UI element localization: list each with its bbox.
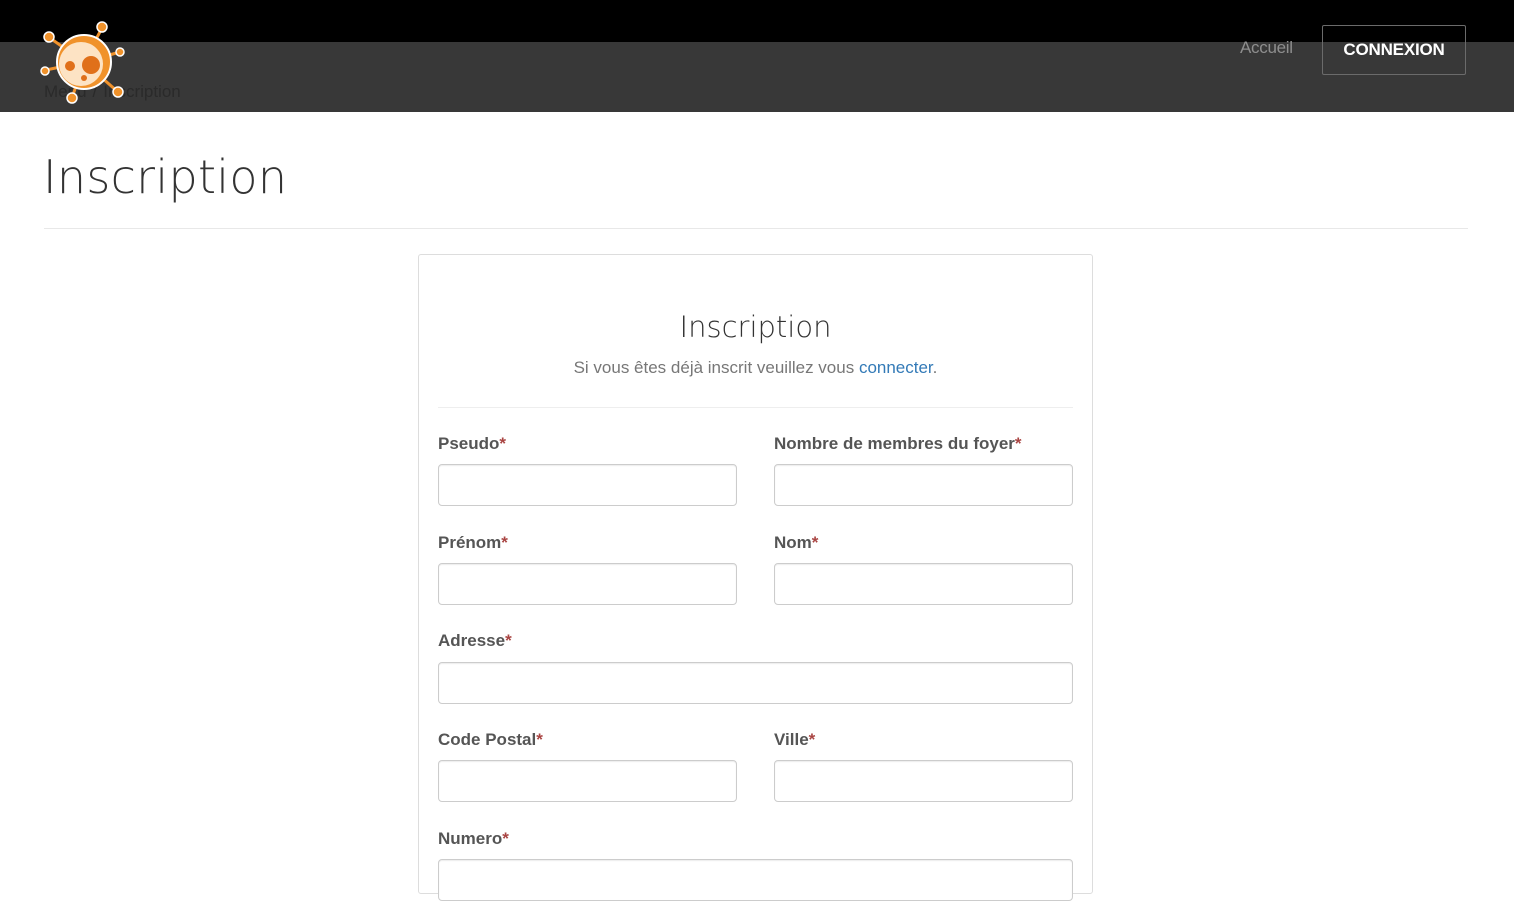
- membres-input[interactable]: [774, 464, 1073, 506]
- adresse-input[interactable]: [438, 662, 1073, 704]
- required-marker: *: [505, 631, 512, 650]
- required-marker: *: [1014, 434, 1022, 453]
- prenom-input[interactable]: [438, 563, 737, 605]
- code-postal-input[interactable]: [438, 760, 737, 802]
- nom-input[interactable]: [774, 563, 1073, 605]
- ville-label-text: Ville: [774, 730, 809, 749]
- adresse-label: Adresse*: [438, 631, 512, 651]
- pseudo-label-text: Pseudo: [438, 434, 500, 453]
- adresse-label-text: Adresse: [438, 631, 506, 650]
- pseudo-label: Pseudo*: [438, 434, 506, 454]
- ville-label: Ville*: [774, 730, 815, 750]
- required-marker: *: [811, 533, 819, 552]
- virus-logo-icon[interactable]: [38, 18, 130, 106]
- card-divider: [438, 407, 1073, 408]
- card-subtitle-text: Si vous êtes déjà inscrit veuillez vous: [573, 358, 859, 377]
- numero-input[interactable]: [438, 859, 1073, 901]
- card-title-wrapper: Inscription: [418, 310, 1093, 344]
- numero-label: Numero*: [438, 829, 509, 849]
- code-postal-label-text: Code Postal: [438, 730, 537, 749]
- membres-label-text: Nombre de membres du foyer: [774, 434, 1015, 453]
- ville-input[interactable]: [774, 760, 1073, 802]
- page-title: Inscription: [43, 150, 288, 204]
- connexion-button[interactable]: CONNEXION: [1322, 25, 1466, 75]
- required-marker: *: [502, 829, 509, 848]
- required-marker: *: [536, 730, 543, 749]
- nom-label-text: Nom: [774, 533, 812, 552]
- connecter-link[interactable]: connecter: [859, 358, 933, 377]
- card-subtitle-end: .: [932, 358, 938, 377]
- title-divider: [44, 228, 1468, 229]
- pseudo-input[interactable]: [438, 464, 737, 506]
- nav-link-accueil[interactable]: Accueil: [1240, 38, 1293, 58]
- numero-label-text: Numero: [438, 829, 503, 848]
- code-postal-label: Code Postal*: [438, 730, 543, 750]
- prenom-label: Prénom*: [438, 533, 508, 553]
- top-strip: [0, 0, 1514, 42]
- prenom-label-text: Prénom: [438, 533, 502, 552]
- required-marker: *: [808, 730, 816, 749]
- card-subtitle: Si vous êtes déjà inscrit veuillez vous …: [418, 358, 1093, 378]
- required-marker: *: [501, 533, 508, 552]
- required-marker: *: [499, 434, 507, 453]
- nom-label: Nom*: [774, 533, 818, 553]
- membres-label: Nombre de membres du foyer*: [774, 434, 1022, 454]
- card-title: Inscription: [679, 310, 832, 344]
